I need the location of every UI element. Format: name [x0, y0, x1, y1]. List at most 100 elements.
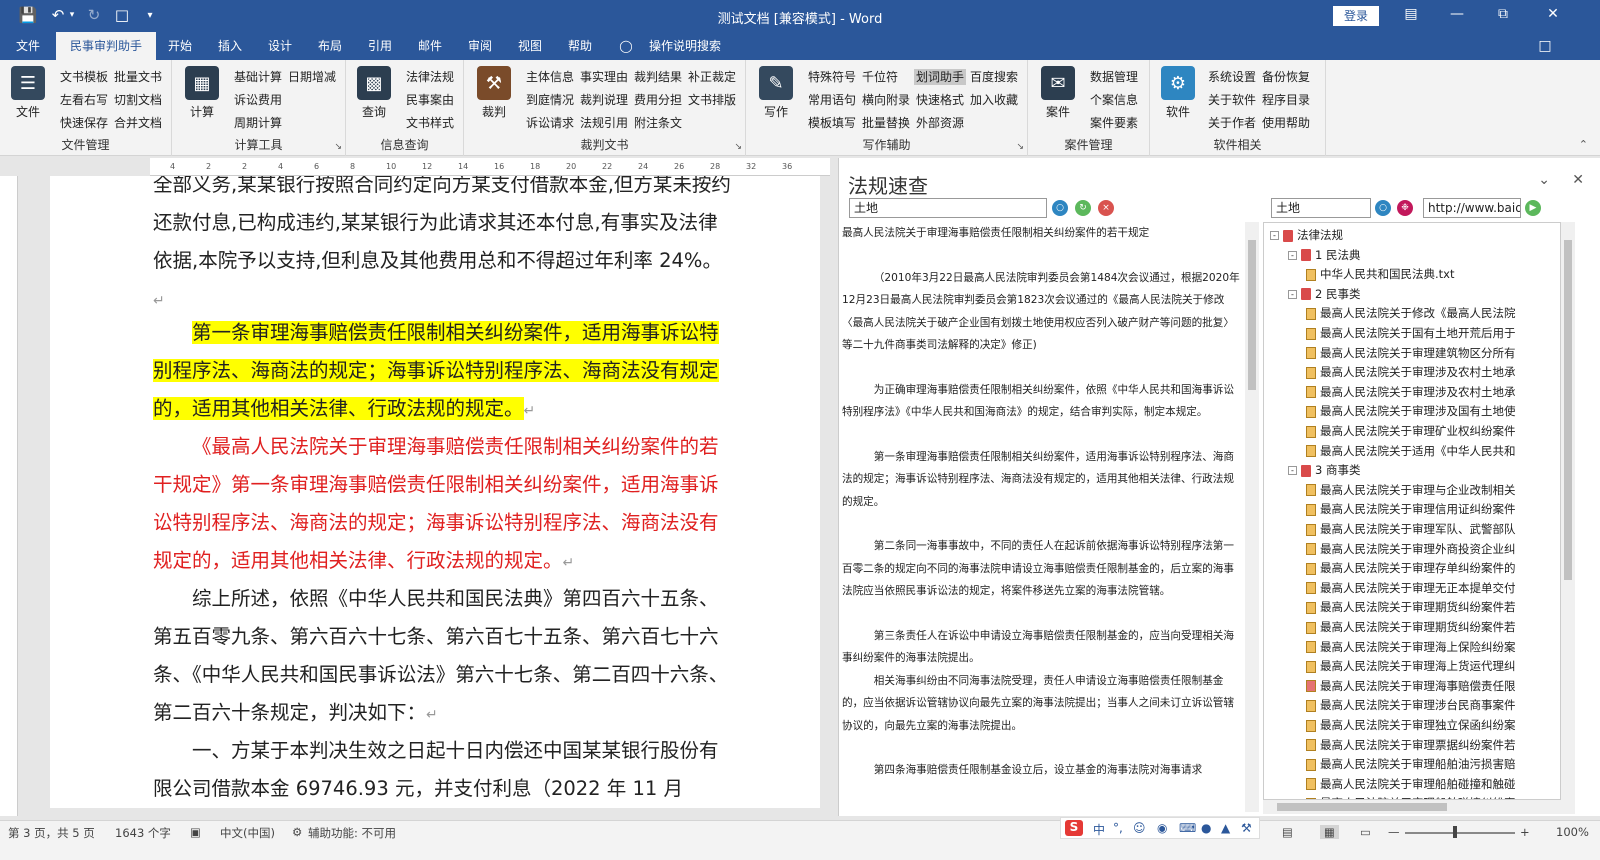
print-layout-icon[interactable]: ▦ — [1320, 825, 1339, 839]
tab-help[interactable]: 帮助 — [560, 32, 600, 60]
horizontal-ruler[interactable]: 4 2 2 4 6 8 10 12 14 16 18 20 22 24 26 28 32 36 — [150, 158, 830, 176]
tab-file[interactable]: 文件 — [6, 32, 50, 60]
tab-mailings[interactable]: 邮件 — [410, 32, 450, 60]
calc-button[interactable]: ▦ 计算 — [180, 66, 224, 122]
special-symbols-button[interactable]: 特殊符号 — [808, 69, 856, 85]
help-button[interactable]: 使用帮助 — [1262, 115, 1310, 131]
tree-filter-icon[interactable]: ❉ — [1397, 200, 1413, 216]
template-fill-button[interactable]: 模板填写 — [808, 115, 856, 131]
clear-icon[interactable]: × — [1098, 200, 1114, 216]
tab-design[interactable]: 设计 — [260, 32, 300, 60]
backup-restore-button[interactable]: 备份恢复 — [1262, 69, 1310, 85]
skin-icon[interactable]: ▲ — [1221, 821, 1230, 835]
tree-toggle-icon[interactable]: - — [1288, 289, 1297, 299]
tree-search-input[interactable]: 土地 — [1271, 198, 1371, 218]
tree-node[interactable]: 最高人民法院关于审理存单纠纷案件的 — [1306, 559, 1516, 579]
login-button[interactable]: 登录 — [1333, 6, 1379, 26]
tree-node[interactable]: - 法律法规 — [1270, 226, 1343, 246]
tree-node[interactable]: 最高人民法院关于审理海上保险纠纷案 — [1306, 638, 1516, 658]
doc-styles-button[interactable]: 文书样式 — [406, 115, 454, 131]
tree-scrollbar[interactable] — [1561, 222, 1575, 800]
tab-insert[interactable]: 插入 — [210, 32, 250, 60]
about-author-button[interactable]: 关于作者 — [1208, 115, 1256, 131]
go-icon[interactable]: ▶ — [1525, 200, 1541, 216]
data-management-button[interactable]: 数据管理 — [1090, 69, 1138, 85]
paragraph-red-citation[interactable]: 《最高人民法院关于审理海事赔偿责任限制相关纠纷案件的若干规定》第一条审理海事赔偿… — [153, 428, 733, 582]
quick-format-button[interactable]: 快速格式 — [916, 92, 964, 108]
scrollbar-thumb[interactable] — [1248, 240, 1256, 390]
tell-me-search[interactable]: 操作说明搜索 — [640, 32, 730, 60]
tree-toggle-icon[interactable]: - — [1288, 250, 1297, 260]
tree-horizontal-scrollbar[interactable] — [1263, 800, 1575, 814]
batch-doc-button[interactable]: 批量文书 — [114, 69, 162, 85]
close-icon[interactable]: ✕ — [1538, 6, 1568, 22]
tree-node[interactable]: - 2 民事类 — [1288, 285, 1360, 305]
tree-node[interactable]: 最高人民法院关于审理票据纠纷案件若 — [1306, 736, 1516, 756]
tab-civil-trial-assistant[interactable]: 民事审判助手 — [56, 32, 156, 60]
scrollbar-thumb[interactable] — [1277, 803, 1447, 811]
civil-causes-button[interactable]: 民事案由 — [406, 92, 454, 108]
judgment-result-button[interactable]: 裁判结果 — [634, 69, 682, 85]
tree-node[interactable]: 最高人民法院关于审理涉台民商事案件 — [1306, 696, 1516, 716]
cost-sharing-button[interactable]: 费用分担 — [634, 92, 682, 108]
collapse-ribbon-icon[interactable]: ⌃ — [1579, 138, 1588, 151]
tree-node[interactable]: 最高人民法院关于审理涉及农村土地承 — [1306, 383, 1516, 403]
dialog-launcher-icon[interactable]: ↘ — [734, 142, 742, 152]
tree-node[interactable]: 最高人民法院关于修改《最高人民法院 — [1306, 304, 1516, 324]
claims-button[interactable]: 诉讼请求 — [526, 115, 574, 131]
merge-doc-button[interactable]: 合并文档 — [114, 115, 162, 131]
tree-node[interactable]: 最高人民法院关于审理船舶油污损害赔 — [1306, 755, 1516, 775]
split-doc-button[interactable]: 切割文档 — [114, 92, 162, 108]
law-text-view[interactable]: 最高人民法院关于审理海事赔偿责任限制相关纠纷案件的若干规定 （2010年3月22日… — [842, 222, 1244, 812]
software-button[interactable]: ⚙ 软件 — [1156, 66, 1200, 122]
emoji-icon[interactable]: ☺ — [1133, 821, 1146, 835]
tree-node[interactable]: 最高人民法院关于审理外商投资企业纠 — [1306, 540, 1516, 560]
web-layout-icon[interactable]: ▭ — [1360, 825, 1371, 839]
attendance-button[interactable]: 到庭情况 — [526, 92, 574, 108]
tab-home[interactable]: 开始 — [160, 32, 200, 60]
read-mode-icon[interactable]: ▤ — [1282, 825, 1293, 839]
side-by-side-button[interactable]: 左看右写 — [60, 92, 108, 108]
quick-save-button[interactable]: 快速保存 — [60, 115, 108, 131]
query-button[interactable]: ▩ 查询 — [352, 66, 396, 122]
zoom-out-icon[interactable]: — — [1388, 825, 1400, 839]
tree-node[interactable]: 最高人民法院关于审理期货纠纷案件若 — [1306, 618, 1516, 638]
doc-layout-button[interactable]: 文书排版 — [688, 92, 736, 108]
tab-references[interactable]: 引用 — [360, 32, 400, 60]
tree-node[interactable]: 最高人民法院关于审理期货纠纷案件若 — [1306, 598, 1516, 618]
comments-icon[interactable]: □ — [1530, 32, 1560, 60]
language-indicator[interactable]: 中文(中国) — [220, 825, 275, 841]
wrench-icon[interactable]: ⚒ — [1241, 821, 1252, 835]
about-software-button[interactable]: 关于软件 — [1208, 92, 1256, 108]
paragraph-highlighted[interactable]: 第一条审理海事赔偿责任限制相关纠纷案件，适用海事诉讼特别程序法、海商法的规定；海… — [153, 314, 733, 430]
writing-button[interactable]: ✎ 写作 — [754, 66, 798, 122]
zoom-slider-thumb[interactable] — [1453, 826, 1457, 838]
tree-node[interactable]: 最高人民法院关于审理海事赔偿责任限 — [1306, 677, 1516, 697]
vertical-ruler[interactable] — [0, 176, 18, 816]
tree-node[interactable]: 最高人民法院关于审理无正本提单交付 — [1306, 579, 1516, 599]
law-text-scrollbar[interactable] — [1245, 222, 1259, 812]
close-icon[interactable]: ✕ — [1572, 172, 1584, 188]
paragraph[interactable]: 综上所述，依照《中华人民共和国民法典》第四百六十五条、第五百零九条、第六百六十七… — [153, 580, 733, 734]
external-resources-button[interactable]: 外部资源 — [916, 115, 964, 131]
ribbon-display-icon[interactable]: ▤ — [1396, 6, 1426, 22]
tree-toggle-icon[interactable]: - — [1288, 466, 1297, 476]
tree-node[interactable]: - 3 商事类 — [1288, 461, 1360, 481]
reasoning-button[interactable]: 裁判说理 — [580, 92, 628, 108]
tree-node[interactable]: 最高人民法院关于审理涉及农村土地承 — [1306, 363, 1516, 383]
tree-node[interactable]: 最高人民法院关于审理军队、武警部队 — [1306, 520, 1516, 540]
document-page[interactable]: 全部义务,某某银行按照合同约定向方某支付借款本金,但方某未按约还款付息,已构成违… — [50, 176, 820, 808]
refresh-icon[interactable]: ↻ — [1075, 200, 1091, 216]
user-icon[interactable]: ● — [1201, 821, 1211, 835]
page-indicator[interactable]: 第 3 页，共 5 页 — [8, 825, 95, 841]
tree-node[interactable]: 最高人民法院关于适用《中华人民共和 — [1306, 442, 1516, 462]
batch-replace-button[interactable]: 批量替换 — [862, 115, 910, 131]
punctuation-icon[interactable]: °, — [1113, 821, 1123, 835]
url-input[interactable]: http://www.baidu — [1423, 198, 1521, 218]
doc-template-button[interactable]: 文书模板 — [60, 69, 108, 85]
tree-node[interactable]: 最高人民法院关于审理船舶碰撞和触碰 — [1306, 775, 1516, 795]
law-tree[interactable]: - 法律法规 -1 民法典 中华人民共和国民法典.txt -2 民事类 最高人民法院关于修… — [1263, 222, 1561, 800]
file-button[interactable]: ☰ 文件 — [6, 66, 50, 122]
party-info-button[interactable]: 主体信息 — [526, 69, 574, 85]
tree-node[interactable]: 最高人民法院关于审理海上货运代理纠 — [1306, 657, 1516, 677]
